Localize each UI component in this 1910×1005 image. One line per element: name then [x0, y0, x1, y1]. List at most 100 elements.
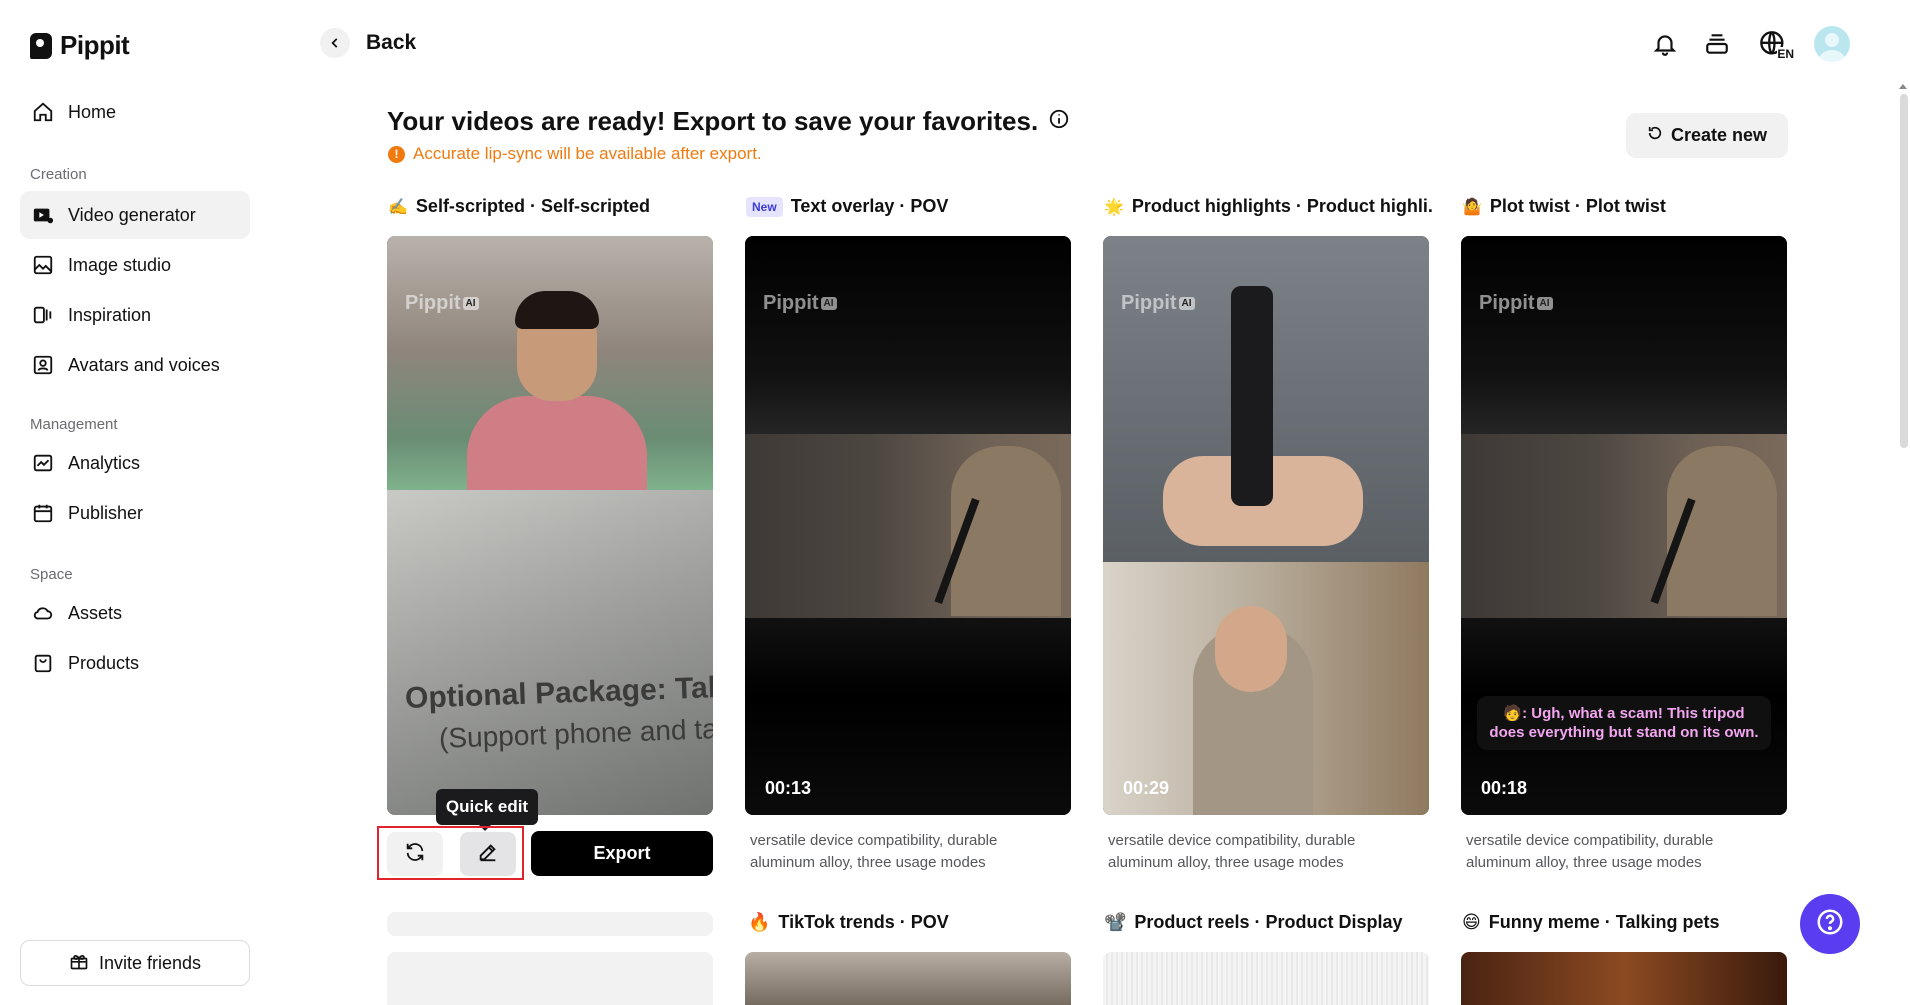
shrug-icon: 🤷 — [1462, 198, 1482, 216]
thumbnail-face — [1215, 606, 1287, 692]
sidebar-item-label: Products — [68, 652, 140, 673]
card-title-plot-twist: 🤷 Plot twist · Plot twist — [1462, 196, 1792, 217]
card-title-funny-meme: 😄 Funny meme · Talking pets — [1462, 912, 1719, 933]
writing-hand-icon: ✍️ — [388, 198, 408, 216]
video-thumbnail-7[interactable] — [1461, 952, 1787, 1005]
sidebar-item-image-studio[interactable]: Image studio — [20, 241, 250, 289]
sidebar-item-label: Avatars and voices — [68, 354, 220, 375]
question-icon — [1815, 907, 1845, 942]
section-label-creation: Creation — [30, 166, 87, 183]
app-logo[interactable]: Pippit — [30, 30, 130, 61]
new-badge: New — [746, 196, 783, 217]
card-title-text: Text overlay · POV — [790, 196, 949, 216]
loading-skeleton-title — [387, 912, 713, 936]
sidebar-item-assets[interactable]: Assets — [20, 589, 250, 637]
user-avatar[interactable] — [1814, 26, 1850, 62]
quick-edit-tooltip: Quick edit — [436, 789, 538, 831]
video-thumbnail-5[interactable] — [745, 952, 1071, 1005]
thumbnail-dark-top — [745, 236, 1071, 434]
invite-friends-button[interactable]: Invite friends — [20, 940, 250, 986]
pencil-icon — [477, 841, 499, 868]
sidebar-item-publisher[interactable]: Publisher — [20, 489, 250, 537]
create-new-label: Create new — [1670, 125, 1768, 145]
section-label-space: Space — [30, 566, 73, 583]
scrollbar[interactable] — [1900, 94, 1908, 448]
sidebar-item-home[interactable]: Home — [20, 88, 250, 136]
inspiration-icon — [32, 304, 54, 326]
pippit-logo-icon — [30, 32, 52, 59]
watermark: Pippit AI — [1479, 292, 1553, 315]
invite-friends-label: Invite friends — [98, 952, 202, 973]
card-title-text: Product highlights · Product highli... — [1131, 196, 1434, 216]
export-button[interactable]: Export — [531, 831, 713, 876]
video-thumbnail-3[interactable]: Pippit AI 00:29 — [1103, 236, 1429, 815]
video-thumbnail-6[interactable] — [1103, 952, 1429, 1005]
watermark: Pippit AI — [763, 292, 837, 315]
card-title-text: Product reels · Product Display — [1134, 912, 1403, 932]
sidebar-item-avatars-voices[interactable]: Avatars and voices — [20, 341, 250, 389]
lip-sync-warning: ! Accurate lip-sync will be available af… — [388, 144, 762, 164]
bell-icon[interactable] — [1650, 29, 1680, 59]
quick-edit-button[interactable] — [460, 832, 516, 876]
card-title-tiktok-trends: 🔥 TikTok trends · POV — [748, 912, 949, 933]
video-thumbnail-1[interactable]: Pippit AI Optional Package: Table (Suppor… — [387, 236, 713, 815]
presenter-shirt — [467, 396, 647, 496]
top-toolbar: EN — [1650, 26, 1850, 62]
sidebar-item-label: Analytics — [68, 452, 141, 473]
avatar-icon — [32, 354, 54, 376]
thumbnail-dark-top — [1461, 236, 1787, 434]
loading-skeleton-thumbnail — [387, 952, 713, 1005]
gift-icon — [69, 951, 89, 976]
regenerate-button[interactable] — [387, 832, 443, 876]
sidebar-item-inspiration[interactable]: Inspiration — [20, 291, 250, 339]
language-globe-icon[interactable]: EN — [1754, 29, 1794, 61]
image-studio-icon — [32, 254, 54, 276]
watermark: Pippit AI — [405, 292, 479, 315]
sidebar-item-label: Assets — [68, 602, 123, 623]
section-label-management: Management — [30, 416, 118, 433]
page-title-text: Your videos are ready! Export to save yo… — [387, 106, 1039, 136]
home-icon — [32, 101, 54, 123]
video-generator-icon — [32, 204, 54, 226]
info-icon[interactable] — [1048, 106, 1070, 137]
card-title-product-reels: 📽️ Product reels · Product Display — [1104, 912, 1403, 933]
analytics-icon — [32, 452, 54, 474]
video-duration: 00:18 — [1481, 778, 1528, 798]
card-title-text-overlay: New Text overlay · POV — [746, 196, 1076, 217]
scrollbar-up-arrow[interactable] — [1899, 84, 1907, 89]
card-title-product-highlights: 🌟 Product highlights · Product highli... — [1104, 196, 1434, 217]
inbox-stack-icon[interactable] — [1702, 29, 1732, 59]
create-new-button[interactable]: Create new — [1626, 113, 1788, 158]
presenter-hair — [515, 291, 599, 329]
projector-icon: 📽️ — [1104, 912, 1127, 932]
card-title-text: Plot twist · Plot twist — [1489, 196, 1666, 216]
refresh-icon — [1647, 125, 1663, 146]
video-thumbnail-4[interactable]: Pippit AI 🧑: Ugh, what a scam! This tripo… — [1461, 236, 1787, 815]
chevron-left-icon[interactable] — [320, 28, 350, 58]
star-icon: 🌟 — [1104, 198, 1124, 216]
help-button[interactable] — [1800, 894, 1860, 954]
card-title-text: TikTok trends · POV — [778, 912, 949, 932]
card-title-text: Self-scripted · Self-scripted — [415, 196, 650, 216]
calendar-icon — [32, 502, 54, 524]
video-caption: 🧑: Ugh, what a scam! This tripod does ev… — [1477, 696, 1771, 750]
back-nav[interactable]: Back — [320, 28, 416, 58]
watermark: Pippit AI — [1121, 292, 1195, 315]
sidebar-item-analytics[interactable]: Analytics — [20, 439, 250, 487]
card-description: versatile device compatibility, durable … — [750, 832, 998, 871]
card-title-self-scripted: ✍️ Self-scripted · Self-scripted — [388, 196, 718, 217]
card-description: versatile device compatibility, durable … — [1108, 832, 1356, 871]
back-label[interactable]: Back — [366, 31, 416, 55]
product-icon — [32, 652, 54, 674]
card-description: versatile device compatibility, durable … — [1466, 832, 1714, 871]
sidebar-item-label: Video generator — [68, 204, 196, 225]
sidebar-item-products[interactable]: Products — [20, 639, 250, 687]
fire-icon: 🔥 — [748, 912, 771, 932]
sidebar-item-video-generator[interactable]: Video generator — [20, 191, 250, 239]
thumbnail-image-bottom — [387, 490, 713, 815]
sidebar-item-label: Home — [68, 101, 117, 122]
language-badge: EN — [1777, 47, 1794, 61]
thumbnail-gimbal — [1231, 286, 1273, 506]
app-name: Pippit — [60, 30, 130, 60]
video-thumbnail-2[interactable]: Pippit AI 00:13 — [745, 236, 1071, 815]
